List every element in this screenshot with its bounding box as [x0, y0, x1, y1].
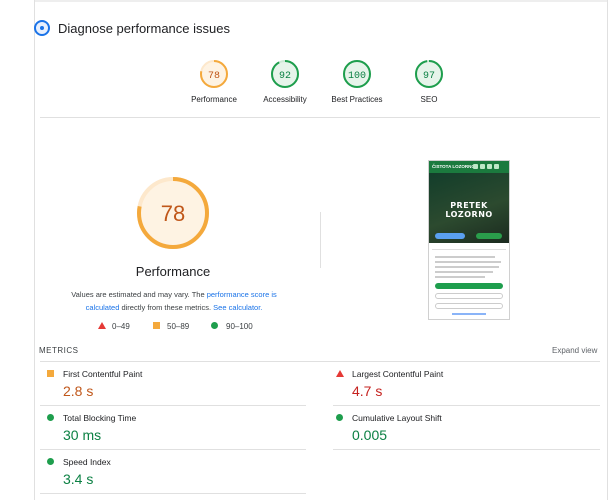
screenshot-text-line	[435, 256, 495, 258]
pass-circle-icon	[211, 322, 218, 329]
metrics-divider	[333, 449, 600, 450]
diagnose-title: Diagnose performance issues	[58, 21, 230, 36]
screenshot-text-line	[435, 266, 499, 268]
final-screenshot-thumbnail[interactable]: ČISTOTA LOZORNO PRETEK LOZORNO	[428, 160, 510, 320]
metrics-divider	[40, 405, 306, 406]
gauge-score: 92	[279, 71, 291, 82]
metric-value: 4.7 s	[352, 383, 383, 399]
screenshot-button-blue	[435, 233, 465, 239]
performance-title: Performance	[135, 264, 211, 279]
category-gauges: 78 Performance 92 Accessibility 100 Best…	[34, 58, 608, 110]
gauge-score: 78	[208, 71, 220, 82]
gauge-score: 100	[348, 71, 366, 82]
metrics-divider	[40, 449, 306, 450]
gauge-label: SEO	[420, 95, 438, 104]
fail-triangle-icon	[336, 370, 344, 377]
screenshot-link-line	[452, 313, 486, 315]
fail-triangle-icon	[98, 322, 106, 329]
gauge-performance[interactable]: 78 Performance	[174, 58, 254, 104]
gauge-accessibility[interactable]: 92 Accessibility	[245, 58, 325, 104]
metrics-heading: METRICS	[39, 346, 79, 355]
average-square-icon	[153, 322, 160, 329]
screenshot-text-line	[435, 276, 485, 278]
desc-text-2: directly from these metrics.	[119, 303, 214, 312]
score-description: Values are estimated and may vary. The p…	[54, 288, 294, 314]
section-divider	[40, 117, 600, 118]
screenshot-logo: ČISTOTA LOZORNO	[432, 164, 475, 169]
gauge-ring: 78	[200, 60, 228, 88]
performance-gauge-large: 78	[134, 174, 212, 252]
expand-view-button[interactable]: Expand view	[552, 346, 597, 355]
metric-name: Cumulative Layout Shift	[352, 413, 442, 423]
vertical-divider	[320, 212, 321, 268]
gauge-label: Accessibility	[263, 95, 307, 104]
metric-tbt: Total Blocking Time 30 ms	[47, 413, 297, 445]
metric-si: Speed Index 3.4 s	[47, 457, 297, 489]
screenshot-text-line	[435, 261, 501, 263]
screenshot-nav-icon	[473, 164, 478, 169]
metric-value: 2.8 s	[63, 383, 94, 399]
gauge-ring: 97	[415, 60, 443, 88]
desc-text-1: Values are estimated and may vary. The	[71, 290, 207, 299]
metric-value: 3.4 s	[63, 471, 94, 487]
metric-value: 30 ms	[63, 427, 102, 443]
metrics-divider	[40, 493, 306, 494]
average-square-icon	[47, 370, 54, 377]
screenshot-nav-icon	[494, 164, 499, 169]
gauge-label: Performance	[191, 95, 237, 104]
gauge-ring: 100	[343, 60, 371, 88]
diagnose-icon	[34, 20, 50, 36]
gauge-best-practices[interactable]: 100 Best Practices	[317, 58, 397, 104]
pass-circle-icon	[336, 414, 343, 421]
metric-name: Largest Contentful Paint	[352, 369, 444, 379]
legend-pass: 90–100	[226, 322, 253, 331]
screenshot-nav-icon	[480, 164, 485, 169]
gauge-seo[interactable]: 97 SEO	[389, 58, 469, 104]
legend-fail: 0–49	[112, 322, 130, 331]
metrics-divider	[333, 405, 600, 406]
screenshot-nav-icon	[487, 164, 492, 169]
screenshot-button-green	[476, 233, 502, 239]
metric-name: Total Blocking Time	[63, 413, 137, 423]
score-legend: 0–49 50–89 90–100	[96, 322, 266, 336]
see-calculator-link[interactable]: See calculator.	[213, 303, 262, 312]
performance-score: 78	[161, 201, 185, 226]
screenshot-reject-button	[435, 293, 503, 299]
screenshot-cookie-modal	[432, 249, 506, 317]
performance-ring: 78	[137, 177, 209, 249]
pass-circle-icon	[47, 414, 54, 421]
screenshot-settings-button	[435, 303, 503, 309]
diagnose-header[interactable]: Diagnose performance issues	[34, 17, 608, 41]
metrics-divider	[40, 361, 600, 362]
metric-name: First Contentful Paint	[63, 369, 143, 379]
metric-name: Speed Index	[63, 457, 111, 467]
gauge-ring: 92	[271, 60, 299, 88]
screenshot-accept-button	[435, 283, 503, 289]
pass-circle-icon	[47, 458, 54, 465]
screenshot-heading: PRETEK LOZORNO	[445, 201, 493, 219]
metric-lcp: Largest Contentful Paint 4.7 s	[336, 369, 586, 401]
gauge-score: 97	[423, 71, 435, 82]
metric-fcp: First Contentful Paint 2.8 s	[47, 369, 297, 401]
screenshot-text-line	[435, 271, 493, 273]
gauge-label: Best Practices	[331, 95, 383, 104]
legend-average: 50–89	[167, 322, 190, 331]
metric-cls: Cumulative Layout Shift 0.005	[336, 413, 586, 445]
metric-value: 0.005	[352, 427, 388, 443]
